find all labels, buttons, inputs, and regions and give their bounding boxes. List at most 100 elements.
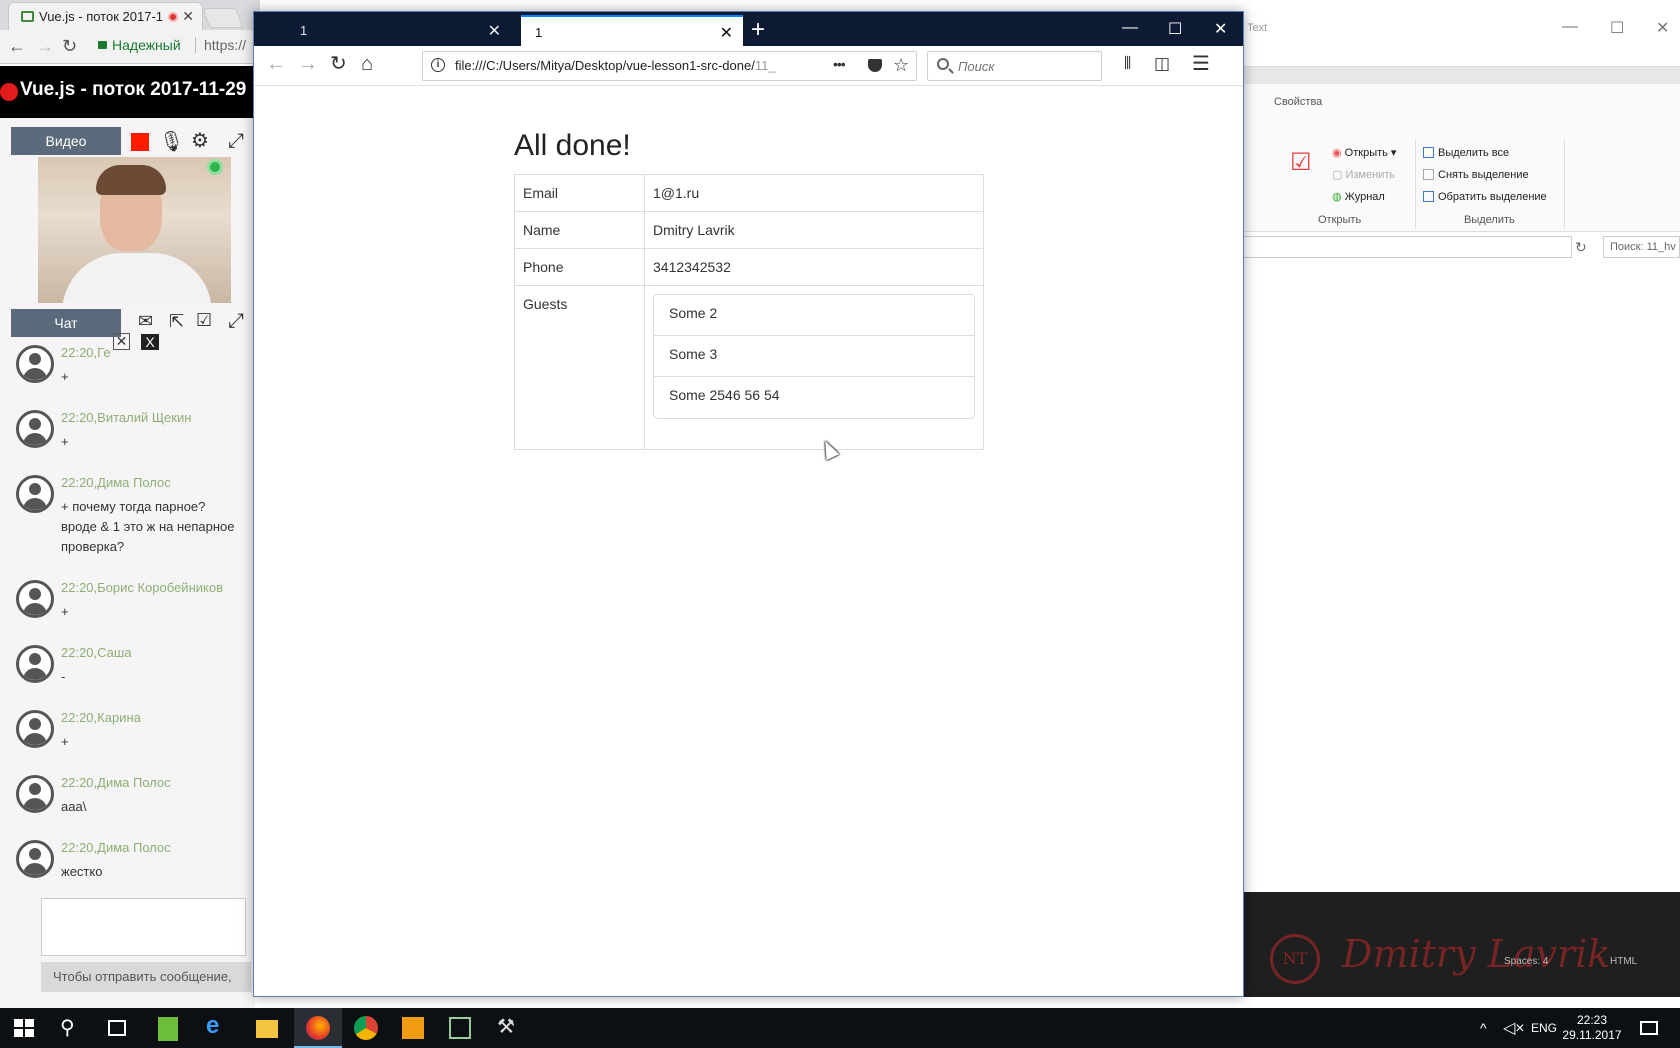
task-view-icon[interactable]: [108, 1020, 126, 1036]
firefox-navigation-bar: ← → ↻ ⌂ i file:///C:/Users/Mitya/Desktop…: [254, 46, 1243, 86]
microphone-icon[interactable]: 🎙: [159, 132, 184, 152]
volume-icon[interactable]: ◁×: [1503, 1018, 1529, 1042]
chat-tab[interactable]: Чат: [11, 309, 121, 337]
page-info-icon[interactable]: i: [431, 58, 445, 72]
notifications-icon[interactable]: [1640, 1021, 1658, 1035]
open-button[interactable]: ◉ Открыть ▾: [1332, 146, 1396, 159]
history-icon: ◍: [1332, 191, 1342, 203]
deselect-button[interactable]: Снять выделение: [1423, 169, 1529, 181]
secure-indicator[interactable]: Надежный: [98, 37, 181, 53]
chat-message-meta: 22:20,Саша: [61, 645, 132, 660]
table-row: Email 1@1.ru: [514, 174, 984, 212]
edge-icon[interactable]: e: [206, 1012, 232, 1039]
tab-2-active[interactable]: 1 ✕: [521, 15, 743, 46]
app-icon-tools[interactable]: ⚒: [497, 1014, 523, 1038]
back-icon[interactable]: ←: [266, 54, 286, 74]
close-window-icon[interactable]: ✕: [1214, 19, 1227, 39]
search-box[interactable]: [927, 51, 1102, 81]
select-all-button[interactable]: Выделить все: [1423, 147, 1509, 159]
chrome-reload-icon[interactable]: ↻: [62, 36, 77, 57]
ribbon-divider: [1415, 140, 1416, 228]
guest-item: Some 2: [654, 295, 974, 336]
firefox-tab-strip: 1 ✕ 1 ✕ + — ☐ ✕: [254, 12, 1243, 46]
tab-1[interactable]: 1 ✕: [286, 15, 511, 46]
chrome-back-icon[interactable]: ←: [8, 36, 26, 57]
chat-message-meta: 22:20,Виталий Щекин: [61, 410, 192, 425]
url-bar[interactable]: i file:///C:/Users/Mitya/Desktop/vue-les…: [422, 51, 917, 81]
page-actions-icon[interactable]: •••: [833, 56, 846, 72]
home-icon[interactable]: ⌂: [361, 54, 373, 74]
live-dot-icon: [0, 83, 18, 101]
close-tab-icon[interactable]: ✕: [182, 8, 194, 25]
avatar-icon: [16, 840, 54, 878]
mail-icon[interactable]: ✉: [138, 311, 153, 331]
firefox-icon[interactable]: [306, 1016, 330, 1040]
forward-icon[interactable]: →: [298, 54, 318, 74]
bookmark-star-icon[interactable]: ☆: [893, 55, 909, 76]
close-tab-icon[interactable]: ✕: [488, 21, 501, 41]
sublime-icon[interactable]: [402, 1017, 424, 1039]
gear-icon[interactable]: ⚙: [191, 131, 209, 151]
close-icon[interactable]: ✕: [113, 333, 130, 350]
live-status-icon: [207, 159, 223, 175]
record-stop-button[interactable]: [131, 133, 149, 151]
checkbox-icon[interactable]: ☑: [196, 310, 212, 330]
chrome-forward-icon[interactable]: →: [36, 36, 54, 57]
explorer-address-bar[interactable]: [1242, 236, 1572, 258]
edit-button[interactable]: ▢ Изменить: [1332, 168, 1395, 181]
start-button[interactable]: [14, 1019, 34, 1037]
new-tab-icon[interactable]: +: [751, 16, 765, 44]
chrome-address-bar[interactable]: https://: [195, 37, 246, 53]
popout-icon[interactable]: ⇱: [169, 311, 184, 331]
chat-message-meta: 22:20,Дима Полос: [61, 840, 171, 855]
chat-message-meta: 22:20,Ге: [61, 345, 111, 360]
excel-icon[interactable]: X: [141, 334, 159, 350]
history-button[interactable]: ◍ Журнал: [1332, 190, 1385, 203]
refresh-icon[interactable]: ↻: [1575, 239, 1587, 256]
row-value: Dmitry Lavrik: [644, 211, 984, 249]
minimize-icon[interactable]: —: [1562, 18, 1578, 36]
webcam-video: [38, 157, 231, 303]
pocket-icon[interactable]: [868, 59, 882, 72]
tab-1-title: 1: [300, 23, 308, 38]
search-input[interactable]: [958, 57, 1093, 75]
explorer-file-area: [1242, 262, 1680, 892]
file-explorer-icon[interactable]: [256, 1020, 278, 1038]
close-icon[interactable]: ✕: [1656, 18, 1669, 38]
table-row: Phone 3412342532: [514, 248, 984, 286]
properties-button[interactable]: Свойства: [1274, 96, 1322, 108]
row-value: 1@1.ru: [644, 174, 984, 212]
chrome-tab-webinar[interactable]: Vue.js - поток 2017-1 ✕: [8, 2, 203, 30]
maximize-icon[interactable]: ☐: [1610, 18, 1624, 38]
video-tab[interactable]: Видео: [11, 127, 121, 155]
chrome-tab-title: Vue.js - поток 2017-1: [39, 9, 164, 24]
invert-selection-button[interactable]: Обратить выделение: [1423, 191, 1547, 203]
chat-message-text: -: [61, 669, 66, 684]
expand-icon[interactable]: ⤢: [228, 131, 244, 151]
reload-icon[interactable]: ↻: [330, 54, 347, 74]
url-text: file:///C:/Users/Mitya/Desktop/vue-lesso…: [455, 58, 800, 73]
page-content: All done! Email 1@1.ru Name Dmitry Lavri…: [254, 86, 1243, 996]
sidebar-icon[interactable]: ◫: [1154, 54, 1170, 74]
chat-expand-icon[interactable]: ⤢: [228, 311, 244, 331]
ribbon-group-select: Выделить: [1464, 214, 1515, 226]
menu-icon[interactable]: ☰: [1192, 54, 1210, 74]
watermark-text: Dmitry Lavrik: [1342, 932, 1611, 976]
minimize-icon[interactable]: —: [1122, 19, 1138, 37]
app-icon-gray[interactable]: [449, 1017, 471, 1039]
chrome-icon[interactable]: [354, 1016, 378, 1040]
windows-taskbar: ⚲ e ⚒ ^ ◁× ENG 22:23 29.11.2017: [0, 1008, 1680, 1048]
chat-message-text: + почему тогда парное? вроде & 1 это ж н…: [61, 499, 235, 554]
close-tab-icon[interactable]: ✕: [720, 23, 733, 43]
search-icon[interactable]: ⚲: [60, 1015, 86, 1039]
avatar-icon: [16, 645, 54, 683]
clock[interactable]: 22:23 29.11.2017: [1552, 1013, 1632, 1043]
explorer-search-input[interactable]: Поиск: 11_hv: [1603, 236, 1680, 258]
library-icon[interactable]: ⫴: [1124, 54, 1131, 74]
app-icon-green[interactable]: [158, 1017, 178, 1041]
chrome-new-tab-button[interactable]: [202, 8, 244, 28]
chat-message-input[interactable]: [41, 898, 246, 956]
maximize-icon[interactable]: ☐: [1168, 19, 1182, 39]
chat-send-button[interactable]: Чтобы отправить сообщение,: [41, 962, 251, 992]
chat-message-text: aaa\: [61, 799, 87, 814]
